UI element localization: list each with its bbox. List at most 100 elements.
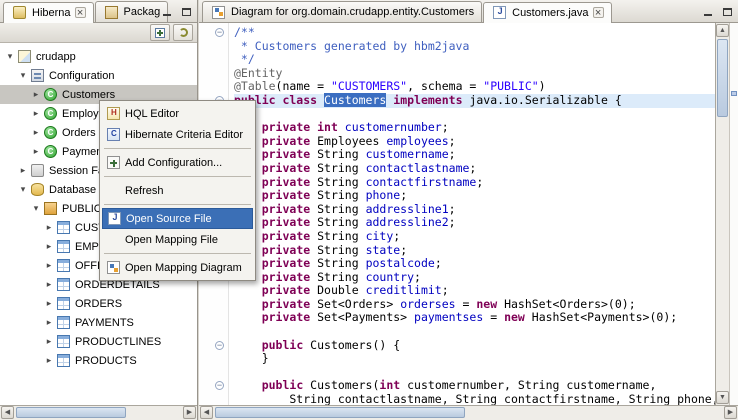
code-line[interactable]: private String addressline2; (234, 216, 715, 230)
code-line[interactable]: private String postalcode; (234, 257, 715, 271)
code-line[interactable] (234, 325, 715, 339)
close-icon[interactable]: × (75, 7, 86, 18)
code-line[interactable]: public Customers(int customernumber, Str… (234, 379, 715, 393)
maximize-icon[interactable] (178, 4, 194, 19)
scroll-right-icon[interactable]: ▶ (183, 406, 196, 419)
expand-arrow-icon[interactable]: ▸ (30, 108, 42, 119)
tree-item-crudapp[interactable]: ▾crudapp (0, 47, 197, 66)
code-line[interactable]: private String contactfirstname; (234, 176, 715, 190)
maximize-icon[interactable] (719, 4, 735, 19)
tree-item-products[interactable]: ▸PRODUCTS (0, 351, 197, 370)
expand-arrow-icon[interactable]: ▸ (30, 127, 42, 138)
code-line[interactable]: @Entity (234, 67, 715, 81)
expand-arrow-icon[interactable]: ▸ (43, 336, 55, 347)
code-line[interactable]: */ (234, 53, 715, 67)
expand-arrow-icon[interactable]: ▸ (30, 89, 42, 100)
code-line[interactable]: * Customers generated by hbm2java (234, 40, 715, 54)
table-icon (57, 297, 70, 310)
tree-item-label: PUBLIC (59, 203, 105, 215)
scroll-left-icon[interactable]: ◀ (200, 406, 213, 419)
menu-separator (102, 173, 253, 180)
collapse-arrow-icon[interactable]: ▾ (4, 51, 16, 62)
expand-arrow-icon[interactable]: ▸ (43, 317, 55, 328)
menu-item-add-configuration[interactable]: Add Configuration... (102, 152, 253, 173)
scrollbar-thumb[interactable] (717, 39, 728, 117)
expand-arrow-icon[interactable]: ▸ (30, 146, 42, 157)
minimize-icon[interactable] (159, 4, 175, 19)
code-line[interactable]: /** (234, 26, 715, 40)
code-line[interactable]: public class Customers implements java.i… (234, 94, 715, 108)
collapse-arrow-icon[interactable]: ▾ (17, 184, 29, 195)
editor-horizontal-scrollbar[interactable]: ◀ ▶ (199, 405, 738, 420)
editor-tab-diagram-for-org-domain-crudapp-entity-customers[interactable]: Diagram for org.domain.crudapp.entity.Cu… (202, 1, 482, 22)
occurrence-marker[interactable] (731, 91, 737, 96)
close-icon[interactable]: × (593, 7, 604, 18)
add-configuration-icon (107, 156, 120, 169)
criteria-editor-icon (107, 128, 120, 141)
tree-item-productlines[interactable]: ▸PRODUCTLINES (0, 332, 197, 351)
refresh-button[interactable] (173, 24, 193, 41)
menu-item-open-source-file[interactable]: Open Source File (102, 208, 253, 229)
tree-item-orders[interactable]: ▸ ORDERS (0, 294, 197, 313)
fold-collapse-icon[interactable]: − (199, 339, 228, 353)
minimize-icon[interactable] (700, 4, 716, 19)
code-line[interactable]: private Double creditlimit; (234, 284, 715, 298)
fold-collapse-icon[interactable]: − (199, 26, 228, 40)
expand-arrow-icon[interactable]: ▸ (43, 298, 55, 309)
menu-separator (102, 145, 253, 152)
scroll-left-icon[interactable]: ◀ (1, 406, 14, 419)
menu-item-open-mapping-diagram[interactable]: Open Mapping Diagram (102, 257, 253, 278)
code-line[interactable]: public Customers() { (234, 339, 715, 353)
java-editor: −−−− /** * Customers generated by hbm2ja… (199, 23, 738, 405)
code-line[interactable]: private int customernumber; (234, 121, 715, 135)
expand-arrow-icon[interactable]: ▸ (43, 355, 55, 366)
scrollbar-thumb[interactable] (215, 407, 465, 418)
code-line[interactable]: private String country; (234, 271, 715, 285)
code-line[interactable]: } (234, 352, 715, 366)
code-line[interactable] (234, 108, 715, 122)
code-line[interactable]: private String contactlastname; (234, 162, 715, 176)
left-view-tab-row: Hiberna×Packag (0, 0, 197, 23)
code-line[interactable]: private String state; (234, 244, 715, 258)
view-tab-hiberna[interactable]: Hiberna× (3, 2, 94, 23)
code-line[interactable]: private String phone; (234, 189, 715, 203)
view-tab-packag[interactable]: Packag (95, 1, 169, 22)
menu-item-refresh[interactable]: Refresh (102, 180, 253, 201)
editor-tab-customers-java[interactable]: Customers.java× (483, 2, 611, 23)
code-line[interactable]: private Employees employees; (234, 135, 715, 149)
table-icon (57, 221, 70, 234)
collapse-arrow-icon[interactable]: ▾ (30, 203, 42, 214)
menu-item-hql-editor[interactable]: HQL Editor (102, 103, 253, 124)
tree-horizontal-scrollbar[interactable]: ◀ ▶ (0, 405, 197, 420)
code-line[interactable]: private String addressline1; (234, 203, 715, 217)
scroll-right-icon[interactable]: ▶ (724, 406, 737, 419)
tree-item-payments[interactable]: ▸PAYMENTS (0, 313, 197, 332)
collapse-arrow-icon[interactable]: ▾ (17, 70, 29, 81)
schema-icon (44, 202, 57, 215)
scrollbar-thumb[interactable] (16, 407, 126, 418)
code-line[interactable]: private String city; (234, 230, 715, 244)
scroll-up-icon[interactable]: ▲ (716, 24, 729, 37)
code-line[interactable]: private Set<Payments> paymentses = new H… (234, 311, 715, 325)
menu-item-open-mapping-file[interactable]: Open Mapping File (102, 229, 253, 250)
code-line[interactable] (234, 366, 715, 380)
code-area[interactable]: /** * Customers generated by hbm2java */… (229, 23, 715, 405)
expand-arrow-icon[interactable]: ▸ (43, 260, 55, 271)
fold-collapse-icon[interactable]: − (199, 379, 228, 393)
add-configuration-button[interactable] (150, 24, 170, 41)
scroll-down-icon[interactable]: ▼ (716, 391, 729, 404)
code-line[interactable]: private Set<Orders> orderses = new HashS… (234, 298, 715, 312)
tree-item-label: ORDERS (72, 298, 125, 310)
code-line[interactable]: String contactlastname, String contactfi… (234, 393, 715, 405)
code-line[interactable]: @Table(name = "CUSTOMERS", schema = "PUB… (234, 80, 715, 94)
tree-item-configuration[interactable]: ▾Configuration (0, 66, 197, 85)
editor-vertical-scrollbar[interactable]: ▲ ▼ (715, 23, 729, 405)
expand-arrow-icon[interactable]: ▸ (17, 165, 29, 176)
menu-item-hibernate-criteria-editor[interactable]: Hibernate Criteria Editor (102, 124, 253, 145)
expand-arrow-icon[interactable]: ▸ (43, 279, 55, 290)
expand-arrow-icon[interactable]: ▸ (43, 222, 55, 233)
expand-arrow-icon[interactable]: ▸ (43, 241, 55, 252)
code-line[interactable]: private String customername; (234, 148, 715, 162)
entity-class-icon (44, 107, 57, 120)
overview-ruler (729, 23, 738, 405)
